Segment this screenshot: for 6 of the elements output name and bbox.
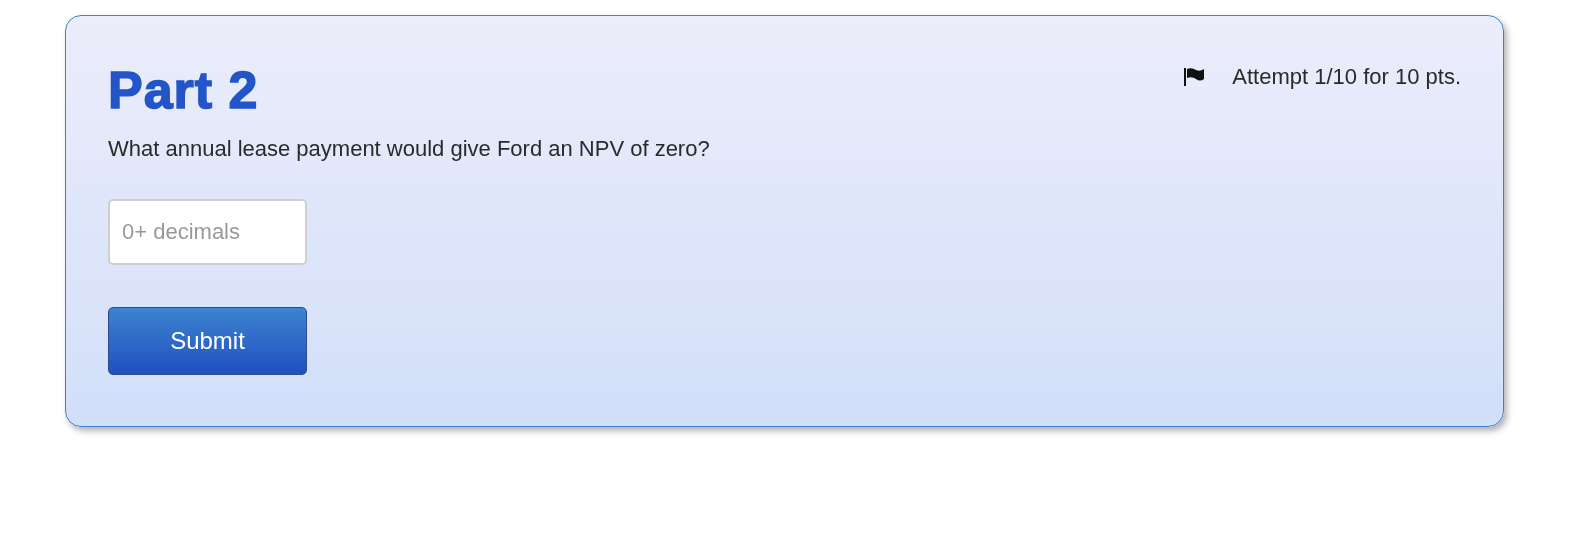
answer-field[interactable]: 0+ decimals [108,199,307,265]
question-text: What annual lease payment would give Ford an NPV of zero? [108,136,711,162]
submit-button[interactable]: Submit [108,307,307,375]
flag-icon[interactable] [1184,68,1205,86]
attempt-info: Attempt 1/10 for 10 pts. [1232,64,1461,90]
part-title: Part 2 [108,60,259,120]
